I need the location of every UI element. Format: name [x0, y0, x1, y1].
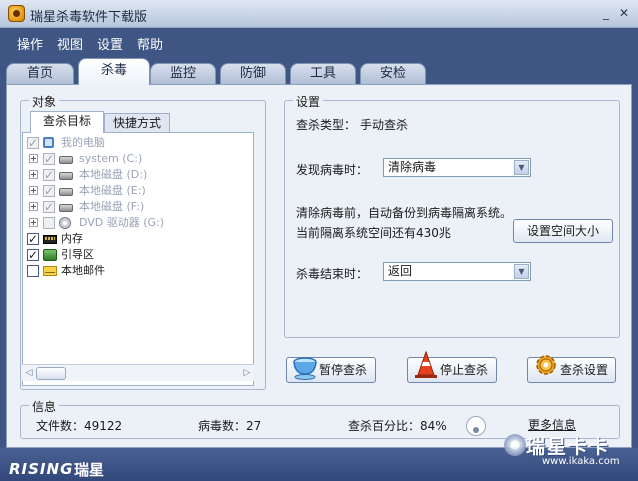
tree-item-drive-f[interactable]: 本地磁盘 (F:)	[29, 199, 249, 215]
checkbox[interactable]	[43, 151, 55, 167]
subtab-scan-targets[interactable]: 查杀目标	[30, 111, 104, 133]
tab-defense[interactable]: 防御	[220, 63, 286, 84]
scan-type-value: 手动查杀	[360, 118, 409, 132]
tab-tools[interactable]: 工具	[290, 63, 356, 84]
checkbox[interactable]	[27, 135, 39, 151]
tree-item-drive-c[interactable]: system (C:)	[29, 151, 249, 167]
menu-operation[interactable]: 操作	[17, 34, 43, 53]
tree-item-memory[interactable]: 内存	[27, 231, 227, 247]
checkbox[interactable]	[43, 199, 55, 215]
checkbox[interactable]	[43, 217, 55, 229]
scroll-thumb[interactable]	[36, 367, 66, 380]
drive-icon	[59, 172, 73, 180]
boot-sector-icon	[43, 249, 57, 261]
chevron-down-icon[interactable]: ▼	[514, 264, 529, 279]
tab-home[interactable]: 首页	[6, 63, 74, 84]
subtab-shortcuts[interactable]: 快捷方式	[104, 113, 170, 132]
window-title: 瑞星杀毒软件下载版	[30, 10, 148, 25]
on-virus-label: 发现病毒时：	[296, 163, 369, 177]
expand-icon[interactable]	[29, 170, 38, 179]
app-lion-icon	[8, 5, 25, 22]
stop-scan-button[interactable]: 停止查杀	[407, 350, 497, 383]
traffic-cone-icon	[415, 350, 437, 378]
scroll-right-icon[interactable]: ▷	[241, 367, 253, 379]
computer-icon	[43, 137, 54, 148]
scroll-left-icon[interactable]: ◁	[23, 367, 35, 379]
virus-count: 病毒数：27	[198, 419, 262, 433]
checkbox[interactable]	[27, 231, 39, 247]
tree-horizontal-scrollbar[interactable]: ◁ ▷	[22, 364, 254, 381]
gear-icon	[536, 355, 556, 375]
pause-scan-button[interactable]: 暂停查杀	[286, 357, 376, 383]
mail-icon	[43, 266, 57, 276]
checkbox[interactable]	[27, 265, 39, 277]
tab-security-check[interactable]: 安检	[360, 63, 426, 84]
quarantine-space-note: 当前隔离系统空间还有430兆	[296, 226, 451, 240]
drive-icon	[59, 188, 73, 196]
on-virus-select[interactable]: 清除病毒 ▼	[383, 158, 531, 177]
scan-progress-indicator	[466, 416, 486, 436]
scan-type-label: 查杀类型：	[296, 118, 357, 132]
info-group-label: 信息	[29, 398, 60, 415]
tree-item-local-mail[interactable]: 本地邮件	[27, 263, 227, 279]
menu-help[interactable]: 帮助	[137, 34, 163, 53]
tree-item-boot-sector[interactable]: 引导区	[27, 247, 227, 263]
memory-icon	[43, 235, 57, 244]
close-icon[interactable]: ✕	[616, 5, 632, 21]
expand-icon[interactable]	[29, 218, 38, 227]
settings-group-label: 设置	[293, 93, 324, 110]
backup-note: 清除病毒前，自动备份到病毒隔离系统。	[296, 206, 513, 220]
tree-item-drive-e[interactable]: 本地磁盘 (E:)	[29, 183, 249, 199]
tab-scan[interactable]: 杀毒	[78, 58, 150, 85]
cup-icon	[293, 357, 317, 380]
tab-monitor[interactable]: 监控	[150, 63, 216, 84]
rising-logo-cn: 瑞星	[74, 461, 105, 479]
eye-icon	[504, 434, 526, 456]
checkbox[interactable]	[43, 167, 55, 183]
scan-target-tree: 我的电脑 system (C:) 本地磁盘 (D:) 本地磁盘 (E:) 本地磁…	[22, 132, 254, 386]
file-count: 文件数：49122	[36, 419, 123, 433]
scan-settings-button[interactable]: 查杀设置	[527, 355, 616, 383]
dvd-icon	[59, 217, 71, 229]
objects-group-label: 对象	[29, 93, 60, 110]
menu-view[interactable]: 视图	[57, 34, 83, 53]
rising-logo: RISING	[9, 460, 74, 478]
menu-bar: 操作 视图 设置 帮助	[0, 28, 638, 56]
expand-icon[interactable]	[29, 154, 38, 163]
title-bar: 瑞星杀毒软件下载版 _ ✕	[0, 0, 638, 28]
drive-icon	[59, 204, 73, 212]
on-finish-label: 杀毒结束时：	[296, 267, 369, 281]
drive-icon	[59, 156, 73, 164]
scan-percentage: 查杀百分比：84%	[348, 419, 447, 433]
tree-item-drive-d[interactable]: 本地磁盘 (D:)	[29, 167, 249, 183]
tree-item-dvd-g[interactable]: DVD 驱动器 (G:)	[29, 215, 249, 231]
expand-icon[interactable]	[29, 186, 38, 195]
minimize-icon[interactable]: _	[598, 5, 614, 21]
on-finish-select[interactable]: 返回 ▼	[383, 262, 531, 281]
ikaka-watermark: 瑞星卡卡 www.ikaka.com	[504, 430, 634, 476]
menu-settings[interactable]: 设置	[97, 34, 123, 53]
checkbox[interactable]	[27, 247, 39, 263]
main-tabs: 首页 杀毒 监控 防御 工具 安检	[0, 56, 638, 85]
set-space-size-button[interactable]: 设置空间大小	[513, 219, 613, 243]
antivirus-window: 瑞星杀毒软件下载版 _ ✕ 操作 视图 设置 帮助 首页 杀毒 监控 防御 工具…	[0, 0, 638, 481]
chevron-down-icon[interactable]: ▼	[514, 160, 529, 175]
checkbox[interactable]	[43, 183, 55, 199]
tree-item-my-computer[interactable]: 我的电脑	[27, 135, 227, 151]
expand-icon[interactable]	[29, 202, 38, 211]
